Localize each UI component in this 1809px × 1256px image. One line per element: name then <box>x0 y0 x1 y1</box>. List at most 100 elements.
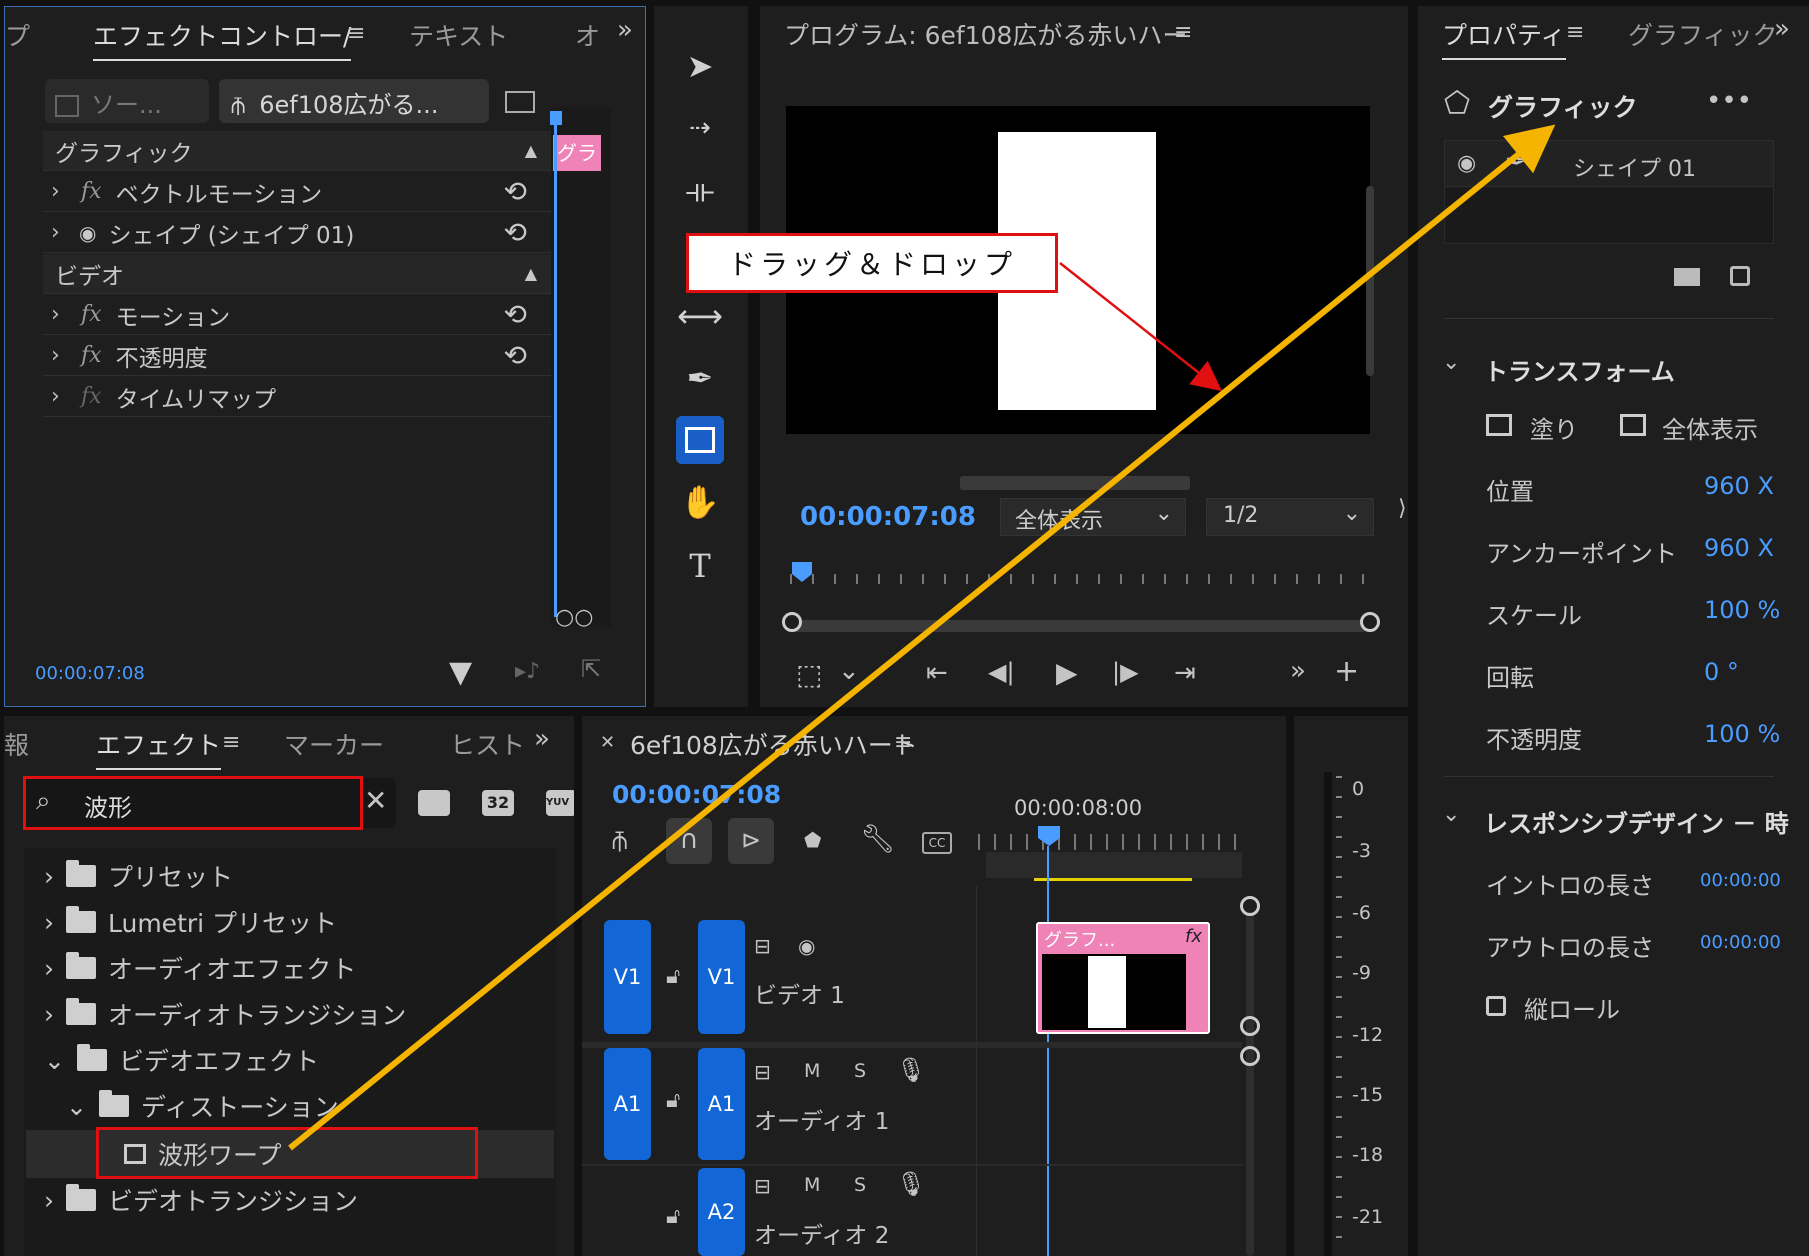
nest-icon[interactable]: ⫚ <box>612 826 627 857</box>
marker-icon[interactable]: ⬟ <box>804 828 821 852</box>
add-button-icon[interactable]: + <box>1334 654 1359 689</box>
intro-value[interactable]: 00:00:00 <box>1700 870 1781 891</box>
microphone-icon[interactable]: 🎙︎ <box>896 1170 926 1198</box>
target-track-a1[interactable]: A1 <box>698 1048 745 1160</box>
accelerated-effects-icon[interactable] <box>418 790 450 816</box>
tab-properties[interactable]: プロパティ <box>1442 16 1566 60</box>
mute-button[interactable]: M <box>804 1060 820 1082</box>
lock-icon[interactable]: 🔓︎ <box>666 1088 680 1113</box>
target-track-v1[interactable]: V1 <box>698 920 745 1034</box>
panel-menu-icon[interactable]: ≡ <box>347 21 365 46</box>
timeline-timecode[interactable]: 00:00:07:08 <box>612 780 781 809</box>
rectangle-tool-icon[interactable] <box>676 416 724 464</box>
linked-selection-icon[interactable]: ⊳ <box>728 818 774 864</box>
fit-label[interactable]: 全体表示 <box>1662 410 1758 445</box>
new-layer-icon[interactable] <box>1730 266 1750 286</box>
overflow-icon[interactable]: » <box>534 724 550 754</box>
step-back-icon[interactable]: ◀| <box>988 658 1015 686</box>
ec-timecode[interactable]: 00:00:07:08 <box>35 663 145 684</box>
tab-markers[interactable]: マーカー <box>284 726 384 762</box>
fill-icon[interactable] <box>1486 414 1512 436</box>
clear-icon[interactable]: ✕ <box>364 784 387 817</box>
zoom-select[interactable]: 全体表示 ⌄ <box>1000 498 1186 536</box>
filter-icon[interactable]: ▼ <box>449 655 472 690</box>
tree-item-video-effects[interactable]: ⌄ ビデオエフェクト <box>44 1042 319 1078</box>
reset-icon[interactable]: ⟲ <box>504 216 527 249</box>
play-audio-icon[interactable]: ▸♪ <box>515 659 540 684</box>
solo-button[interactable]: S <box>854 1060 866 1082</box>
ec-playhead[interactable] <box>554 117 557 617</box>
sync-lock-icon[interactable]: ⊟ <box>754 1060 771 1084</box>
overflow-icon[interactable]: » <box>1290 656 1306 686</box>
tree-item-audio-transitions[interactable]: › オーディオトランジション <box>44 996 406 1032</box>
ec-playhead-handle[interactable] <box>550 111 562 125</box>
tree-item-presets[interactable]: › プリセット <box>44 858 233 894</box>
more-options-icon[interactable]: ••• <box>1706 86 1752 116</box>
overflow-icon[interactable]: » <box>617 15 633 45</box>
scroll-handle[interactable] <box>1240 896 1260 916</box>
vertical-scrollbar[interactable] <box>1246 912 1254 1256</box>
effect-row[interactable]: › fx モーション ⟲ <box>43 295 551 335</box>
fill-label[interactable]: 塗り <box>1530 410 1578 445</box>
timeline-playhead-line[interactable] <box>1047 846 1049 1256</box>
lock-icon[interactable]: 🔓︎ <box>666 964 680 989</box>
32bit-badge[interactable]: 32 <box>482 790 514 816</box>
zoom-scrollbar[interactable] <box>790 620 1368 632</box>
tab-history[interactable]: ヒスト <box>450 726 525 762</box>
chevron-down-icon[interactable]: ⌄ <box>838 656 860 686</box>
effect-row[interactable]: › ◉ シェイプ (シェイプ 01) ⟲ <box>43 213 551 253</box>
chevron-right-icon[interactable]: › <box>51 343 69 368</box>
panel-menu-icon[interactable]: ≡ <box>1566 20 1584 45</box>
tab-text[interactable]: テキスト <box>409 17 508 53</box>
panel-menu-icon[interactable]: ≡ <box>894 730 912 755</box>
effect-row[interactable]: › fx タイムリマップ <box>43 377 551 417</box>
clip-graphic[interactable]: グラフ... fx <box>1036 922 1210 1034</box>
zoom-handle-right[interactable] <box>1360 612 1380 632</box>
go-to-in-icon[interactable]: ⇤ <box>926 658 948 688</box>
snap-icon[interactable]: ∩ <box>666 818 712 864</box>
collapse-icon[interactable]: ▲ <box>525 264 537 283</box>
panel-toggle-icon[interactable] <box>505 91 535 113</box>
mute-button[interactable]: M <box>804 1174 820 1196</box>
chevron-right-icon[interactable]: › <box>51 179 69 204</box>
panel-menu-icon[interactable]: ≡ <box>222 730 240 755</box>
reset-icon[interactable]: ⟲ <box>504 175 527 208</box>
resolution-select[interactable]: 1/2 ⌄ <box>1206 498 1374 536</box>
sync-lock-icon[interactable]: ⊟ <box>754 1174 771 1198</box>
horizontal-scrollbar[interactable] <box>960 476 1190 490</box>
panel-menu-icon[interactable]: ≡ <box>1174 20 1192 45</box>
work-area-bar[interactable] <box>986 852 1242 878</box>
chevron-down-icon[interactable]: ⌄ <box>1442 802 1460 827</box>
lock-icon[interactable]: 🔓︎ <box>666 1204 680 1229</box>
ruler-ticks[interactable] <box>978 834 1242 850</box>
source-track-a1[interactable]: A1 <box>604 1048 651 1160</box>
settings-icon[interactable]: ⟩ <box>1398 496 1407 521</box>
hand-tool-icon[interactable]: ✋ <box>676 478 724 526</box>
chevron-right-icon[interactable]: › <box>51 384 69 409</box>
sync-lock-icon[interactable]: ⊟ <box>754 934 771 958</box>
vertical-scrollbar[interactable] <box>1366 186 1374 376</box>
scroll-handle[interactable] <box>1240 1046 1260 1066</box>
tab-effects[interactable]: エフェクト <box>96 726 222 770</box>
time-ruler[interactable] <box>790 566 1366 586</box>
clip-button[interactable]: ⫚ 6ef108広がる... <box>219 79 489 123</box>
yuv-badge[interactable]: YUV <box>546 790 574 816</box>
overflow-icon[interactable]: » <box>1774 14 1790 44</box>
tab-info[interactable]: 報 <box>4 726 29 762</box>
chevron-right-icon[interactable]: › <box>51 220 69 245</box>
pen-tool-icon[interactable]: ✒ <box>676 354 724 402</box>
effect-row[interactable]: › fx ベクトルモーション ⟲ <box>43 172 551 212</box>
roll-checkbox[interactable] <box>1486 996 1506 1016</box>
new-folder-icon[interactable] <box>1674 268 1700 286</box>
tab-partial-left[interactable]: プ <box>5 17 30 53</box>
solo-button[interactable]: S <box>854 1174 866 1196</box>
target-track-a2[interactable]: A2 <box>698 1168 745 1256</box>
eye-icon[interactable]: ◉ <box>1457 151 1476 176</box>
tab-partial-right[interactable]: オ <box>575 17 600 53</box>
layer-name[interactable]: シェイプ 01 <box>1573 151 1696 183</box>
ec-clip[interactable]: グラ <box>553 135 601 171</box>
program-timecode[interactable]: 00:00:07:08 <box>800 502 976 532</box>
safe-margins-icon[interactable]: ⬚ <box>796 658 822 691</box>
wrench-icon[interactable]: 🔧︎ <box>860 822 896 855</box>
tree-item-audio-effects[interactable]: › オーディオエフェクト <box>44 950 356 986</box>
